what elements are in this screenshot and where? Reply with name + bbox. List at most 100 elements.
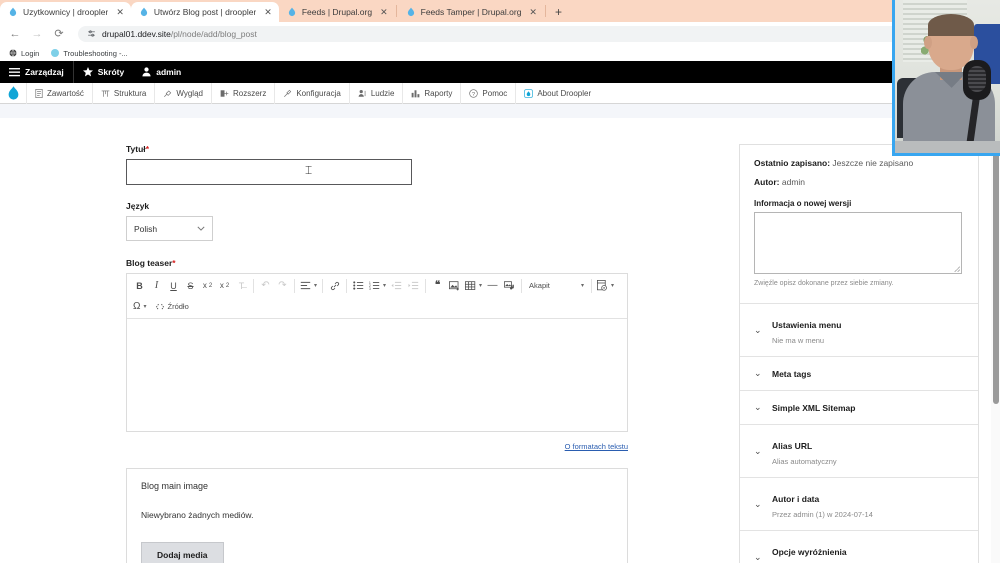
resize-grip-icon[interactable]: [954, 266, 960, 272]
section-title: Opcje wyróżnienia: [772, 547, 847, 557]
section-text-wrap: Opcje wyróżnienia Niepromowane: [772, 542, 847, 563]
horizontal-line-icon[interactable]: —: [484, 277, 501, 294]
drupal-favicon: [288, 7, 295, 17]
menu-item-raporty[interactable]: Raporty: [402, 82, 460, 104]
sidebar-section-alias-url[interactable]: ⌄ Alias URL Alias automatyczny: [740, 424, 978, 477]
menu-item-zawartosc[interactable]: Zawartość: [26, 82, 92, 104]
toolbar-user-button[interactable]: admin: [133, 61, 190, 83]
media-library-icon[interactable]: [501, 277, 518, 294]
browser-tab-active[interactable]: Utwórz Blog post | droopler ✕: [130, 2, 279, 22]
person-hair: [928, 14, 974, 36]
link-icon[interactable]: [326, 277, 343, 294]
numbered-list-icon[interactable]: 123 ▾: [367, 277, 388, 294]
menu-item-konfiguracja[interactable]: Konfiguracja: [274, 82, 348, 104]
paragraph-style-dropdown[interactable]: Akapit ▾: [525, 277, 588, 294]
navigation-bar: ← → ⟳ drupal01.ddev.site/pl/node/add/blo…: [0, 22, 1000, 45]
block-quote-icon[interactable]: ❝: [429, 277, 446, 294]
back-icon[interactable]: ←: [8, 27, 22, 41]
remove-format-icon[interactable]: T̶: [233, 277, 250, 294]
section-title: Meta tags: [772, 368, 812, 379]
toolbar-separator: [425, 278, 427, 293]
drupal-favicon: [407, 7, 414, 17]
special-character-icon[interactable]: Ω ▾: [131, 298, 149, 315]
section-title: Alias URL: [772, 441, 813, 451]
browser-tab[interactable]: Feeds | Drupal.org ✕: [279, 2, 395, 22]
bookmarks-bar: Login Troubleshooting -...: [0, 45, 1000, 61]
source-button[interactable]: Źródło: [149, 298, 191, 315]
reload-icon[interactable]: ⟳: [52, 27, 66, 41]
ckeditor: B I U S x2 x2 T̶ ↶ ↷ ▾ 1 2 3 ▾ ❝ ▾ — Aka…: [126, 273, 628, 432]
toolbar-shortcuts-button[interactable]: Skróty: [74, 61, 133, 83]
forward-icon[interactable]: →: [30, 27, 44, 41]
address-bar[interactable]: drupal01.ddev.site/pl/node/add/blog_post: [78, 25, 948, 42]
indent-icon[interactable]: [405, 277, 422, 294]
tab-close-icon[interactable]: ✕: [380, 7, 388, 17]
underline-icon[interactable]: U: [165, 277, 182, 294]
language-select[interactable]: Polish: [126, 216, 213, 241]
menu-item-pomoc[interactable]: ? Pomoc: [460, 82, 515, 104]
toolbar-manage-button[interactable]: Zarządzaj: [0, 61, 73, 83]
insert-image-icon[interactable]: [446, 277, 463, 294]
help-icon: ?: [469, 88, 479, 97]
alignment-icon[interactable]: ▾: [298, 277, 319, 294]
appearance-icon: [164, 89, 172, 97]
text-format-help-link[interactable]: O formatach tekstu: [565, 442, 628, 451]
bookmark-item[interactable]: Login: [9, 49, 39, 58]
menu-item-label: Raporty: [424, 88, 453, 98]
toolbar-separator: [253, 278, 254, 293]
toolbar-separator: [346, 278, 348, 293]
ckeditor-content-area[interactable]: [127, 319, 627, 431]
sidebar-meta: Ostatnio zapisano: Jeszcze nie zapisano …: [740, 145, 978, 303]
sidebar-section-meta-tags[interactable]: ⌄ Meta tags: [740, 356, 978, 390]
subscript-icon[interactable]: x2: [216, 277, 233, 294]
sidebar-section-simple-xml-sitemap[interactable]: ⌄ Simple XML Sitemap: [740, 390, 978, 424]
sidebar-section-autor-i-data[interactable]: ⌄ Autor i data Przez admin (1) w 2024-07…: [740, 477, 978, 530]
superscript-icon[interactable]: x2: [199, 277, 216, 294]
section-summary: Przez admin (1) w 2024-07-14: [772, 510, 873, 519]
title-input[interactable]: ⌶: [126, 159, 412, 185]
menu-item-about-droopler[interactable]: About Droopler: [515, 82, 599, 104]
teaser-label-text: Blog teaser: [126, 258, 173, 268]
templates-icon[interactable]: ▾: [595, 277, 616, 294]
new-tab-button[interactable]: +: [547, 2, 570, 22]
add-media-button[interactable]: Dodaj media: [141, 542, 224, 563]
menu-item-wyglad[interactable]: Wygląd: [154, 82, 211, 104]
bold-icon[interactable]: B: [131, 277, 148, 294]
browser-tab[interactable]: Uzytkownicy | droopler ✕: [0, 2, 131, 22]
drupal-logo[interactable]: [0, 85, 26, 101]
menu-item-ludzie[interactable]: Ludzie: [348, 82, 403, 104]
paragraph-style-value: Akapit: [529, 281, 550, 290]
tab-close-icon[interactable]: ✕: [116, 7, 124, 17]
tune-icon[interactable]: [87, 29, 96, 38]
chevron-down-icon: ⌄: [754, 445, 762, 456]
section-summary: Nie ma w menu: [772, 336, 825, 345]
insert-table-icon[interactable]: ▾: [463, 277, 484, 294]
sidebar-section-opcje-wyroznienia[interactable]: ⌄ Opcje wyróżnienia Niepromowane: [740, 530, 978, 563]
site-icon: [51, 49, 60, 57]
menu-item-rozszerz[interactable]: Rozszerz: [210, 82, 274, 104]
tab-close-icon[interactable]: ✕: [264, 7, 272, 17]
sidebar-section-ustawienia-menu[interactable]: ⌄ Ustawienia menu Nie ma w menu: [740, 303, 978, 356]
browser-tab[interactable]: Feeds Tamper | Drupal.org ✕: [398, 2, 544, 22]
structure-icon: [101, 90, 110, 97]
outdent-icon[interactable]: [388, 277, 405, 294]
bookmark-item[interactable]: Troubleshooting -...: [51, 49, 128, 58]
bulleted-list-icon[interactable]: [350, 277, 367, 294]
strikethrough-icon[interactable]: S: [182, 277, 199, 294]
chevron-down-icon: ▾: [143, 304, 147, 310]
section-title: Simple XML Sitemap: [772, 402, 856, 413]
tab-separator: [544, 5, 546, 17]
source-label: Źródło: [167, 302, 189, 311]
toolbar-separator: [521, 278, 523, 293]
tab-title: Feeds Tamper | Drupal.org: [420, 7, 522, 17]
redo-icon[interactable]: ↷: [274, 277, 291, 294]
menu-item-struktura[interactable]: Struktura: [91, 82, 154, 104]
tab-close-icon[interactable]: ✕: [529, 7, 537, 17]
undo-icon[interactable]: ↶: [257, 277, 274, 294]
content-icon: [35, 88, 43, 98]
revision-log-textarea[interactable]: [754, 212, 962, 274]
section-text-wrap: Autor i data Przez admin (1) w 2024-07-1…: [772, 489, 873, 519]
italic-icon[interactable]: I: [148, 277, 165, 294]
desk: [895, 141, 1000, 153]
title-label-text: Tytuł: [126, 144, 146, 154]
